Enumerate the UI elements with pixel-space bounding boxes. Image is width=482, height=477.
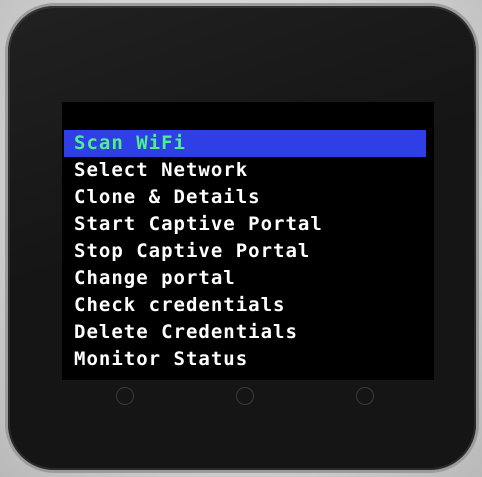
menu-item-change-portal[interactable]: Change portal [64,265,426,292]
menu-item-delete-credentials[interactable]: Delete Credentials [64,319,426,346]
menu-item-stop-captive-portal[interactable]: Stop Captive Portal [64,238,426,265]
right-hardware-button[interactable] [356,387,374,405]
lcd-screen: Scan WiFi Select Network Clone & Details… [62,102,434,380]
device-body: Scan WiFi Select Network Clone & Details… [0,0,482,477]
left-hardware-button[interactable] [116,387,134,405]
menu-item-monitor-status[interactable]: Monitor Status [64,346,426,373]
middle-hardware-button[interactable] [236,387,254,405]
menu-item-clone-details[interactable]: Clone & Details [64,184,426,211]
menu-item-select-network[interactable]: Select Network [64,157,426,184]
menu-item-scan-wifi[interactable]: Scan WiFi [64,130,426,157]
menu-item-check-credentials[interactable]: Check credentials [64,292,426,319]
main-menu: Scan WiFi Select Network Clone & Details… [64,130,426,373]
menu-item-start-captive-portal[interactable]: Start Captive Portal [64,211,426,238]
